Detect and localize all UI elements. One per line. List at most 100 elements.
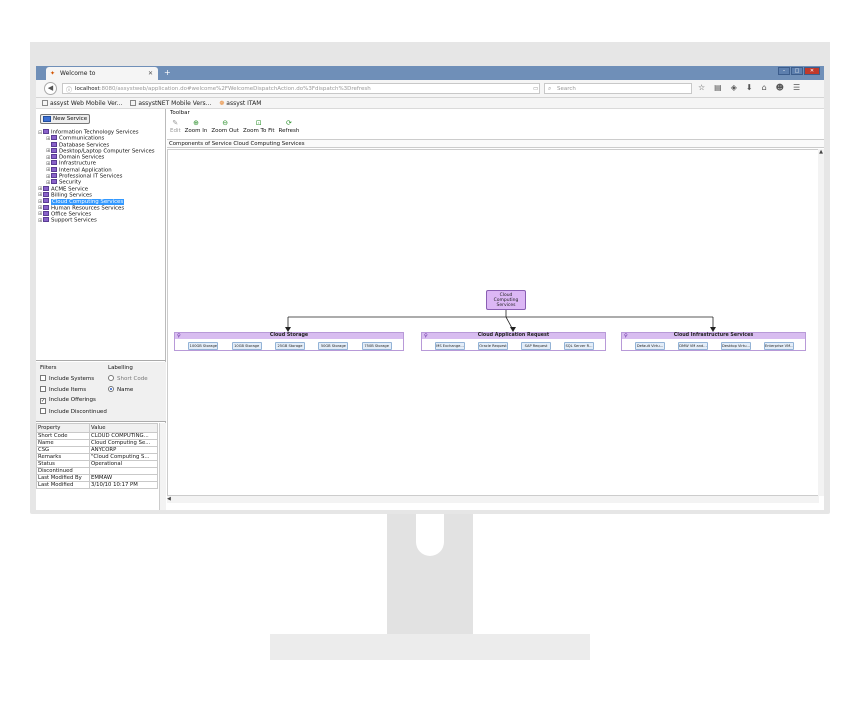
property-value: CLOUD COMPUTING... bbox=[89, 432, 158, 440]
service-icon bbox=[43, 198, 49, 204]
maximize-icon[interactable]: □ bbox=[791, 67, 803, 75]
service-offering-node[interactable]: DMW VM and... bbox=[678, 342, 708, 350]
service-tree: ⊟ Information Technology Services ⊞ Communi… bbox=[38, 129, 155, 224]
property-name: CSG bbox=[36, 446, 90, 454]
window-controls: – □ ✕ bbox=[778, 67, 820, 75]
site-info-icon[interactable]: ⓘ bbox=[66, 85, 72, 93]
property-row[interactable]: Short Code CLOUD COMPUTING... bbox=[36, 432, 158, 440]
checkbox-box bbox=[40, 375, 46, 381]
property-row[interactable]: Discontinued bbox=[36, 467, 158, 475]
tree-node[interactable]: ⊞ Support Services bbox=[38, 217, 155, 224]
properties-header: Property Value bbox=[36, 423, 158, 433]
browser-tab[interactable]: ✦ Welcome to ✕ bbox=[46, 67, 158, 80]
bookmark-1[interactable]: assyst Web Mobile Ver... bbox=[42, 100, 122, 107]
group-title: Cloud Storage bbox=[269, 333, 309, 338]
name-radio[interactable]: Name bbox=[108, 386, 133, 393]
new-tab-icon[interactable]: + bbox=[164, 68, 171, 77]
zoom-in-icon: ⊕ bbox=[193, 119, 199, 127]
chat-icon[interactable]: ☻ bbox=[776, 83, 784, 92]
property-row[interactable]: CSG ANYCORP bbox=[36, 446, 158, 454]
main-panel: Toolbar ✎ Edit ⊕ Zoom In ⊖ Zoom Out ⊡ Zoom T… bbox=[167, 109, 824, 510]
home-icon[interactable]: ⌂ bbox=[762, 83, 767, 92]
close-tab-icon[interactable]: ✕ bbox=[148, 70, 153, 77]
service-icon bbox=[51, 147, 57, 153]
bookmark-star-icon[interactable]: ☆ bbox=[698, 83, 705, 92]
canvas-horizontal-scrollbar[interactable]: ◀ bbox=[167, 496, 819, 503]
bookmark-2[interactable]: assystNET Mobile Vers... bbox=[130, 100, 211, 107]
zoom-in-button[interactable]: ⊕ Zoom In bbox=[185, 119, 208, 134]
download-icon[interactable]: ⬇ bbox=[746, 83, 753, 92]
include-systems-checkbox[interactable]: Include Systems bbox=[40, 375, 94, 382]
diagram-canvas[interactable]: Cloud Computing Services ♀ Cloud Storage 1… bbox=[167, 149, 819, 496]
service-group[interactable]: ♀ Cloud Storage 100GB Storage 10GB Storage 2… bbox=[174, 332, 404, 351]
root-service-node[interactable]: Cloud Computing Services bbox=[486, 290, 526, 310]
edit-button[interactable]: ✎ Edit bbox=[170, 119, 181, 134]
close-window-icon[interactable]: ✕ bbox=[804, 67, 820, 75]
search-input[interactable]: ⌕ Search bbox=[544, 83, 692, 94]
properties-body: Short Code CLOUD COMPUTING... Name Cloud Co… bbox=[36, 432, 158, 489]
browser-tools: ☆ ▤ ◈ ⬇ ⌂ ☻ ☰ bbox=[698, 83, 800, 92]
service-offering-node[interactable]: Desktop Virtu... bbox=[721, 342, 751, 350]
service-offering-node[interactable]: 25GB Storage bbox=[275, 342, 305, 350]
service-icon bbox=[51, 135, 57, 141]
new-service-button[interactable]: New Service bbox=[40, 114, 90, 124]
include-offerings-checkbox[interactable]: ✓ Include Offerings bbox=[40, 397, 96, 404]
service-icon bbox=[51, 160, 57, 166]
group-icon: ♀ bbox=[424, 333, 428, 339]
back-arrow-icon[interactable]: ◀ bbox=[44, 82, 57, 95]
monitor-stand-base bbox=[270, 634, 590, 660]
service-offering-node[interactable]: Default Virtu... bbox=[635, 342, 665, 350]
service-offering-node[interactable]: 10GB Storage bbox=[231, 342, 262, 350]
service-offering-node[interactable]: SQL Server R... bbox=[564, 342, 594, 350]
service-offering-node[interactable]: 50GB Storage bbox=[318, 342, 349, 350]
bookmarks-bar: assyst Web Mobile Ver... assystNET Mobil… bbox=[36, 98, 824, 109]
zoom-to-fit-button[interactable]: ⊡ Zoom To Fit bbox=[243, 119, 275, 134]
checkbox-label: Include Discontinued bbox=[49, 409, 107, 415]
stand-notch bbox=[416, 514, 444, 556]
left-panel: New Service ⊟ Information Technology Serv… bbox=[36, 109, 166, 510]
pocket-icon[interactable]: ◈ bbox=[731, 83, 737, 92]
radio-label: Name bbox=[117, 387, 134, 393]
search-placeholder: Search bbox=[557, 86, 576, 92]
filters-heading: Filters bbox=[40, 365, 57, 371]
service-offering-node[interactable]: MS Exchange... bbox=[435, 342, 465, 350]
menu-icon[interactable]: ☰ bbox=[793, 83, 800, 92]
tree-node-label: Support Services bbox=[51, 217, 97, 224]
zoom-in-label: Zoom In bbox=[184, 128, 208, 134]
properties-table: Property Value Short Code CLOUD COMPUTING… bbox=[36, 423, 158, 489]
radio-circle-selected bbox=[108, 386, 114, 392]
service-offering-node[interactable]: 750B Storage bbox=[361, 342, 392, 350]
filters-panel: Filters Labelling Include Systems Includ… bbox=[36, 362, 166, 422]
service-offering-node[interactable]: Enterprise VM... bbox=[764, 342, 794, 350]
bookmark-3[interactable]: ❁ assyst ITAM bbox=[219, 100, 261, 107]
service-offering-node[interactable]: 100GB Storage bbox=[188, 342, 219, 350]
canvas-vertical-scrollbar[interactable]: ▲ bbox=[818, 149, 824, 496]
service-offering-node[interactable]: SAP Request bbox=[521, 342, 551, 350]
service-icon bbox=[43, 185, 49, 191]
property-value: EMMAW bbox=[89, 474, 158, 482]
reload-icon[interactable]: ▭ ▾ ↻ bbox=[533, 86, 539, 92]
property-value: "Cloud Computing S... bbox=[89, 453, 158, 461]
short-code-radio[interactable]: Short Code bbox=[108, 375, 148, 382]
property-row[interactable]: Status Operational bbox=[36, 460, 158, 468]
service-icon bbox=[51, 173, 57, 179]
zoom-out-button[interactable]: ⊖ Zoom Out bbox=[211, 119, 239, 134]
service-offering-node[interactable]: Oracle Request bbox=[478, 342, 508, 350]
property-row[interactable]: Remarks "Cloud Computing S... bbox=[36, 453, 158, 461]
include-discontinued-checkbox[interactable]: Include Discontinued bbox=[40, 408, 107, 415]
service-group[interactable]: ♀ Cloud Application Request MS Exchange...… bbox=[421, 332, 606, 351]
property-row[interactable]: Last Modified By EMMAW bbox=[36, 474, 158, 482]
property-row[interactable]: Last Modified 3/10/10 10:17 PM bbox=[36, 481, 158, 489]
bookmark-label: assyst Web Mobile Ver... bbox=[50, 100, 123, 107]
monitor-bezel bbox=[30, 42, 830, 66]
property-row[interactable]: Name Cloud Computing Se... bbox=[36, 439, 158, 447]
reading-list-icon[interactable]: ▤ bbox=[714, 83, 722, 92]
property-name: Last Modified bbox=[36, 481, 90, 489]
refresh-button[interactable]: ⟳ Refresh bbox=[279, 119, 300, 134]
include-items-checkbox[interactable]: Include Items bbox=[40, 386, 86, 393]
itam-icon: ❁ bbox=[219, 100, 225, 107]
service-group[interactable]: ♀ Cloud Infrastructure Services Default Vi… bbox=[621, 332, 806, 351]
properties-scrollbar[interactable] bbox=[159, 423, 166, 510]
url-input[interactable]: ⓘ localhost:8080/assystweb/application.d… bbox=[62, 83, 540, 94]
minimize-icon[interactable]: – bbox=[778, 67, 790, 75]
